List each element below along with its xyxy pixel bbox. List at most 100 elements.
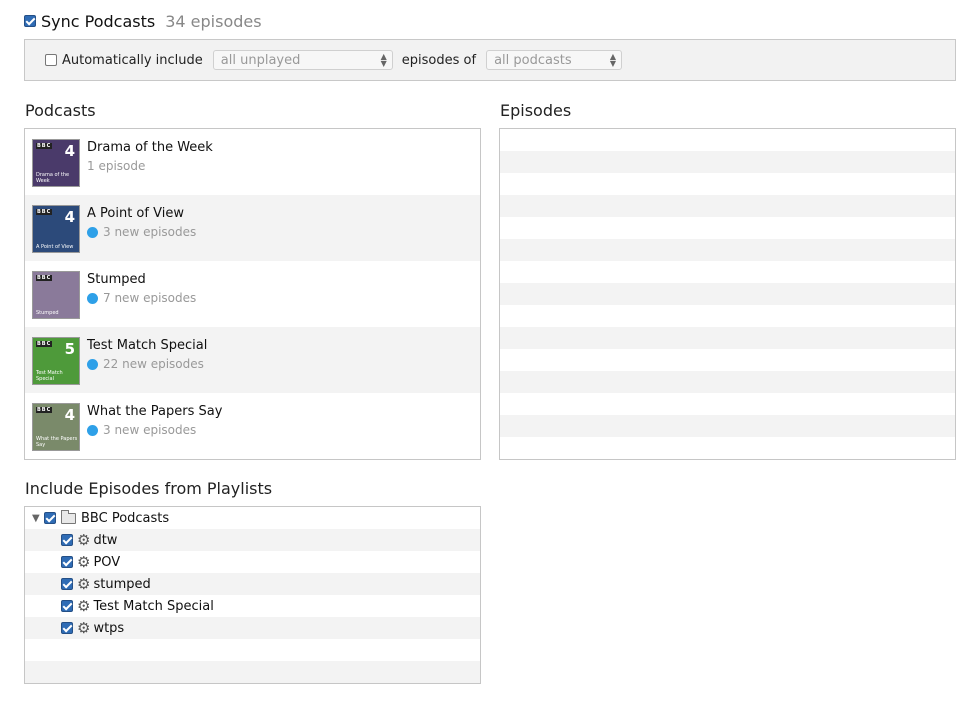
artwork-caption: A Point of View — [36, 244, 74, 250]
podcast-name: Stumped — [87, 272, 146, 287]
podcast-row[interactable]: BBC Stumped Stumped 7 new episodes — [25, 261, 480, 327]
new-episodes-dot-icon — [87, 226, 98, 238]
episode-count: 34 episodes — [165, 11, 262, 31]
episodes-list — [499, 128, 956, 460]
unplayed-select[interactable]: all unplayed ▲ ▼ — [212, 50, 393, 70]
playlist-row[interactable]: ⚙ dtw — [25, 529, 480, 551]
bbc-logo: BBC — [36, 143, 53, 149]
podcast-sub-label: 3 new episodes — [103, 225, 197, 239]
episode-row-empty — [500, 217, 955, 239]
podcast-row[interactable]: BBC 4 What the Papers Say What the Papers S… — [25, 393, 480, 459]
artwork-number: 4 — [64, 142, 75, 160]
folder-label: BBC Podcasts — [81, 510, 170, 526]
unplayed-select-value: all unplayed — [220, 52, 301, 68]
podcasts-list: BBC 4 Drama of the Week Drama of the Week 1 … — [24, 128, 481, 460]
disclosure-triangle-icon[interactable]: ▼ — [32, 513, 44, 524]
select-arrows-icon: ▲ ▼ — [380, 52, 387, 68]
playlist-label: Test Match Special — [93, 598, 214, 614]
episode-row-empty — [500, 437, 955, 459]
playlist-row[interactable]: ⚙ POV — [25, 551, 480, 573]
playlist-row-empty — [25, 661, 480, 683]
playlist-row[interactable]: ⚙ wtps — [25, 617, 480, 639]
episode-row-empty — [500, 327, 955, 349]
podcast-text: What the Papers Say 3 new episodes — [87, 403, 222, 437]
sync-podcasts-checkbox[interactable] — [24, 15, 36, 27]
playlist-checkbox[interactable] — [61, 578, 73, 590]
playlist-row[interactable]: ⚙ Test Match Special — [25, 595, 480, 617]
podcast-sub-label: 7 new episodes — [103, 291, 197, 305]
playlist-label: wtps — [93, 620, 125, 636]
podcast-text: Drama of the Week 1 episode — [87, 139, 213, 173]
playlists-tree: ▼ BBC Podcasts ⚙ dtw ⚙ POV ⚙ stumped ⚙ Test Mat… — [24, 506, 481, 684]
bbc-logo: BBC — [36, 209, 53, 215]
podcast-episode-count: 22 new episodes — [87, 357, 207, 371]
folder-checkbox[interactable] — [44, 512, 56, 524]
artwork-caption: Test Match Special — [36, 370, 63, 382]
episodes-title: Episodes — [500, 101, 572, 120]
new-episodes-dot-icon — [87, 292, 98, 304]
podcast-row[interactable]: BBC 4 A Point of View A Point of View 3 new … — [25, 195, 480, 261]
bbc-logo: BBC — [36, 341, 53, 347]
bbc-logo: BBC — [36, 407, 53, 413]
podcast-name: A Point of View — [87, 206, 184, 221]
new-episodes-dot-icon — [87, 424, 98, 436]
playlist-checkbox[interactable] — [61, 534, 73, 546]
podcast-artwork: BBC 4 Drama of the Week — [32, 139, 80, 187]
artwork-caption: Stumped — [36, 310, 59, 316]
episodes-of-label: episodes of — [401, 52, 477, 68]
podcast-name: What the Papers Say — [87, 404, 223, 419]
episode-row-empty — [500, 393, 955, 415]
podcast-row[interactable]: BBC 5 Test Match Special Test Match Special… — [25, 327, 480, 393]
podcast-artwork: BBC 5 Test Match Special — [32, 337, 80, 385]
auto-include-checkbox[interactable] — [45, 54, 57, 66]
sync-podcasts-label: Sync Podcasts — [41, 11, 156, 31]
episode-row-empty — [500, 239, 955, 261]
new-episodes-dot-icon — [87, 358, 98, 370]
smart-playlist-gear-icon: ⚙ — [77, 597, 91, 615]
sync-podcasts-header: Sync Podcasts 34 episodes — [24, 10, 262, 32]
episode-row-empty — [500, 195, 955, 217]
podcast-episode-count: 3 new episodes — [87, 225, 196, 239]
podcast-sub-label: 22 new episodes — [103, 357, 204, 371]
playlist-row[interactable]: ⚙ stumped — [25, 573, 480, 595]
episode-row-empty — [500, 283, 955, 305]
playlist-checkbox[interactable] — [61, 600, 73, 612]
playlist-checkbox[interactable] — [61, 622, 73, 634]
playlist-folder-row[interactable]: ▼ BBC Podcasts — [25, 507, 480, 529]
podcast-episode-count: 3 new episodes — [87, 423, 222, 437]
podcast-text: Stumped 7 new episodes — [87, 271, 196, 305]
artwork-caption: Drama of the Week — [36, 172, 70, 184]
podcast-name: Test Match Special — [87, 338, 208, 353]
smart-playlist-gear-icon: ⚙ — [77, 531, 91, 549]
auto-include-label: Automatically include — [62, 52, 203, 68]
podcasts-title: Podcasts — [25, 101, 96, 120]
artwork-caption: What the Papers Say — [36, 436, 78, 448]
episode-row-empty — [500, 173, 955, 195]
podcast-text: A Point of View 3 new episodes — [87, 205, 196, 239]
playlist-label: stumped — [93, 576, 151, 592]
episode-row-empty — [500, 261, 955, 283]
playlist-row-empty — [25, 639, 480, 661]
artwork-number: 4 — [64, 208, 75, 226]
podcast-name: Drama of the Week — [87, 140, 213, 155]
playlist-label: POV — [93, 554, 121, 570]
select-arrows-icon: ▲ ▼ — [609, 52, 617, 68]
artwork-number: 5 — [64, 340, 75, 358]
podcast-episode-count: 1 episode — [87, 159, 213, 173]
podcast-text: Test Match Special 22 new episodes — [87, 337, 207, 371]
podcasts-select[interactable]: all podcasts ▲ ▼ — [486, 50, 623, 70]
podcast-artwork: BBC 4 What the Papers Say — [32, 403, 80, 451]
episode-row-empty — [500, 129, 955, 151]
smart-playlist-gear-icon: ⚙ — [77, 575, 91, 593]
episode-row-empty — [500, 415, 955, 437]
playlist-checkbox[interactable] — [61, 556, 73, 568]
podcast-sub-label: 1 episode — [87, 159, 146, 173]
episode-row-empty — [500, 305, 955, 327]
episode-row-empty — [500, 349, 955, 371]
smart-playlist-gear-icon: ⚙ — [77, 553, 91, 571]
podcast-episode-count: 7 new episodes — [87, 291, 196, 305]
episode-row-empty — [500, 371, 955, 393]
playlist-label: dtw — [93, 532, 118, 548]
podcast-row[interactable]: BBC 4 Drama of the Week Drama of the Week 1 … — [25, 129, 480, 195]
podcast-sub-label: 3 new episodes — [103, 423, 197, 437]
